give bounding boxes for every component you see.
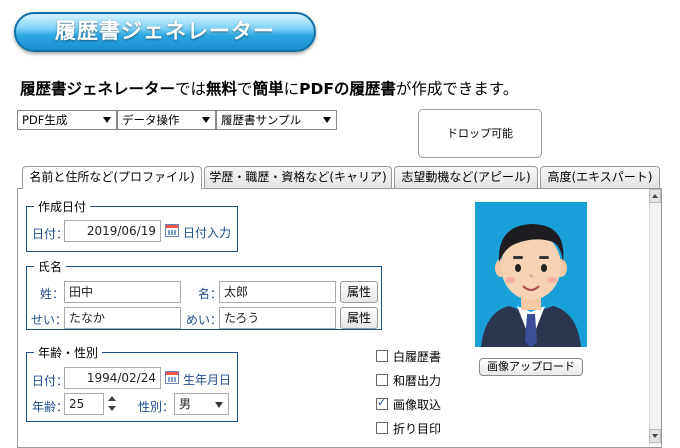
data-operation-select[interactable]: データ操作 <box>117 110 216 130</box>
birth-date-label: 日付： <box>32 374 69 388</box>
headline-text: では <box>175 80 207 98</box>
profile-photo <box>475 202 587 347</box>
date-input-button[interactable]: 日付入力 <box>183 224 231 241</box>
fold-mark-checkbox[interactable] <box>376 422 388 434</box>
headline-text: に <box>283 80 300 98</box>
sei-kana-input[interactable]: たなか <box>64 307 181 329</box>
calendar-icon[interactable] <box>165 224 179 237</box>
white-resume-checkbox[interactable] <box>376 350 388 362</box>
drop-zone[interactable]: ドロップ可能 <box>418 109 542 158</box>
headline-easy: 簡単 <box>252 80 284 98</box>
headline-app-name: 履歴書ジェネレーター <box>20 80 176 98</box>
created-date-legend: 作成日付 <box>34 198 91 215</box>
tab-expert[interactable]: 高度(エキスパート) <box>540 166 660 188</box>
name-legend: 氏名 <box>34 258 67 275</box>
image-upload-button[interactable]: 画像アップロード <box>479 358 583 376</box>
sei-input[interactable]: 田中 <box>64 281 181 303</box>
headline-text: で <box>237 80 253 98</box>
image-import-label: 画像取込 <box>393 398 442 412</box>
gender-value: 男 <box>179 397 192 411</box>
birthday-button[interactable]: 生年月日 <box>183 371 231 388</box>
fold-mark-label: 折り目印 <box>393 422 442 436</box>
chevron-down-icon <box>323 117 331 123</box>
attribute-kana-button[interactable]: 属性 <box>340 307 378 329</box>
created-date-input[interactable]: 2019/06/19 <box>64 220 161 242</box>
resume-sample-select[interactable]: 履歴書サンプル <box>216 110 337 130</box>
businessman-portrait-icon <box>475 202 587 347</box>
age-gender-legend: 年齢・性別 <box>34 344 103 361</box>
created-date-label: 日付： <box>32 227 69 241</box>
calendar-icon[interactable] <box>165 371 179 384</box>
sei-kana-label: せい： <box>31 313 68 327</box>
headline-text: が作成できます。 <box>395 80 519 98</box>
sei-label: 姓： <box>40 287 65 301</box>
select-value: データ操作 <box>122 113 180 127</box>
tab-profile[interactable]: 名前と住所など(プロファイル) <box>22 166 202 189</box>
tab-career[interactable]: 学歴・職歴・資格など(キャリア) <box>204 166 392 188</box>
image-import-checkbox[interactable] <box>376 396 388 410</box>
attribute-button[interactable]: 属性 <box>340 281 378 303</box>
scroll-up-arrow-icon[interactable] <box>649 189 661 203</box>
pdf-generate-select[interactable]: PDF生成 <box>17 110 117 130</box>
vertical-scrollbar[interactable] <box>649 189 661 445</box>
app-logo: 履歴書ジェネレーター <box>14 12 316 52</box>
select-value: PDF生成 <box>22 113 68 127</box>
headline-free: 無料 <box>206 80 238 98</box>
age-stepper-icon[interactable] <box>107 394 117 414</box>
headline-pdf: PDFの履歴書 <box>299 80 396 98</box>
scroll-down-arrow-icon[interactable] <box>649 429 661 443</box>
mei-input[interactable]: 太郎 <box>219 281 336 303</box>
white-resume-label: 白履歴書 <box>393 350 442 364</box>
birth-date-input[interactable]: 1994/02/24 <box>64 367 161 389</box>
chevron-down-icon <box>202 117 210 123</box>
age-input[interactable]: 25 <box>64 393 104 415</box>
headline: 履歴書ジェネレーターでは無料で簡単にPDFの履歴書が作成できます。 <box>20 77 518 99</box>
tab-appeal[interactable]: 志望動機など(アピール) <box>394 166 538 188</box>
chevron-down-icon <box>215 402 223 408</box>
age-label: 年齢： <box>32 400 69 414</box>
gender-select[interactable]: 男 <box>174 393 229 415</box>
japanese-era-checkbox[interactable] <box>376 374 388 386</box>
chevron-down-icon <box>103 117 111 123</box>
mei-kana-input[interactable]: たろう <box>219 307 336 329</box>
select-value: 履歴書サンプル <box>221 113 302 127</box>
gender-label: 性別： <box>138 400 175 414</box>
mei-kana-label: めい： <box>186 313 223 327</box>
japanese-era-label: 和暦出力 <box>393 374 442 388</box>
